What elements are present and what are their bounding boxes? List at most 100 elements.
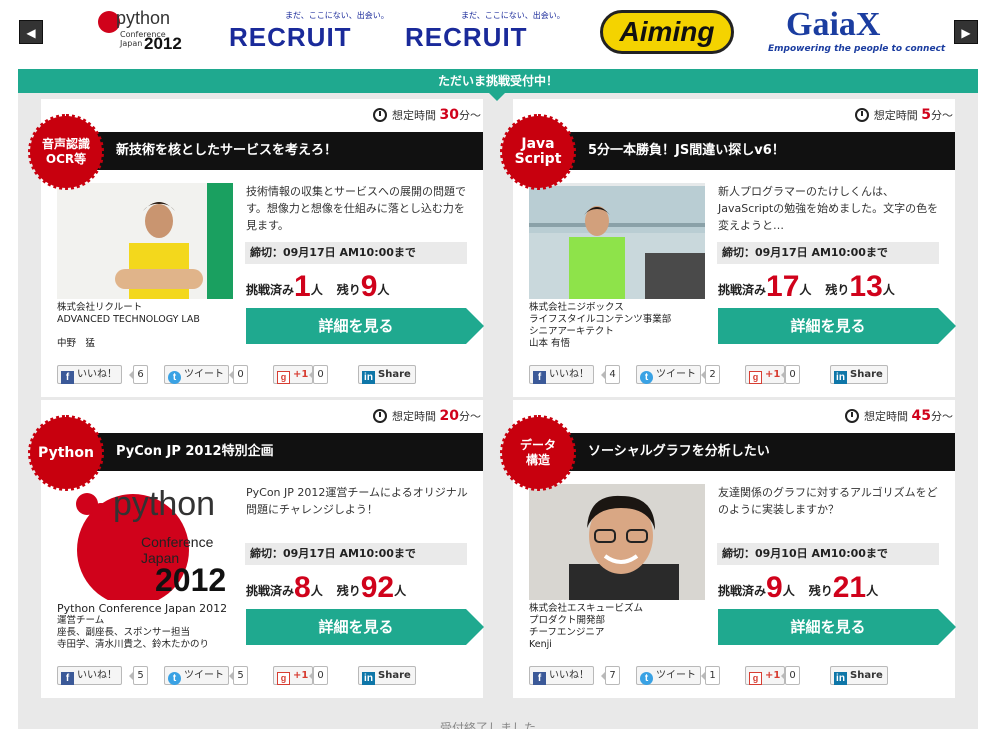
challenge-title[interactable]: PyCon JP 2012特別企画 bbox=[42, 433, 483, 471]
carousel-prev-button[interactable]: ◀ bbox=[19, 20, 43, 44]
google-plus-icon: g bbox=[749, 371, 762, 384]
tweet-label: ツイート bbox=[184, 369, 224, 380]
time-minutes: 5 bbox=[921, 107, 931, 123]
challenged-count: 1 bbox=[294, 270, 311, 303]
carousel-next-button[interactable]: ▶ bbox=[954, 20, 978, 44]
author-photo[interactable] bbox=[529, 484, 705, 600]
challenged-label: 挑戦済み bbox=[246, 584, 295, 598]
person-unit: 人 bbox=[310, 584, 323, 598]
author-name: 中野 猛 bbox=[57, 338, 96, 349]
view-details-button[interactable]: 詳細を見る bbox=[246, 609, 484, 645]
author-name: Kenji bbox=[529, 639, 552, 650]
like-count: 6 bbox=[129, 365, 148, 384]
author-info: 株式会社リクルート ADVANCED TECHNOLOGY LAB 中野 猛 bbox=[57, 302, 237, 350]
time-label: 想定時間 bbox=[864, 410, 909, 423]
view-details-button[interactable]: 詳細を見る bbox=[718, 308, 956, 344]
clock-icon bbox=[845, 409, 860, 423]
tweet-button[interactable]: t ツイート bbox=[164, 365, 229, 384]
author-info: 株式会社ニジボックス ライフスタイルコンテンツ事業部 シニアアーキテクト 山本 … bbox=[529, 302, 709, 350]
pycon-conference-logo-sub1: Conference bbox=[141, 534, 214, 550]
facebook-icon: f bbox=[533, 371, 546, 384]
author-info: 株式会社エスキュービズム プロダクト開発部 チーフエンジニア Kenji bbox=[529, 603, 709, 651]
panel-header-pointer bbox=[489, 93, 505, 101]
badge-line: Python bbox=[38, 444, 94, 461]
like-label: いいね！ bbox=[77, 670, 117, 681]
author-photo[interactable] bbox=[57, 183, 233, 299]
badge-line: OCR等 bbox=[45, 152, 87, 166]
tweet-button[interactable]: t ツイート bbox=[164, 666, 229, 685]
facebook-like-button[interactable]: f いいね！ bbox=[529, 365, 594, 384]
aiming-wordmark: Aiming bbox=[600, 10, 734, 54]
tweet-button[interactable]: t ツイート bbox=[636, 666, 701, 685]
time-unit: 分〜 bbox=[931, 410, 953, 423]
remaining-label: 残り bbox=[825, 283, 850, 297]
like-label: いいね！ bbox=[549, 670, 589, 681]
challenged-label: 挑戦済み bbox=[718, 283, 767, 297]
linkedin-icon: in bbox=[362, 672, 375, 685]
view-details-button[interactable]: 詳細を見る bbox=[718, 609, 956, 645]
google-plus-icon: g bbox=[277, 672, 290, 685]
person-unit: 人 bbox=[782, 584, 795, 598]
recruit-logo-2[interactable]: まだ、ここにない、出会い。 RECRUIT bbox=[405, 8, 579, 58]
recruit-logo[interactable]: まだ、ここにない、出会い。 RECRUIT bbox=[229, 8, 403, 58]
clock-icon bbox=[854, 108, 869, 122]
challenge-counts: 挑戦済み1人 残り9人 bbox=[246, 270, 389, 304]
facebook-like-button[interactable]: f いいね！ bbox=[529, 666, 594, 685]
linkedin-icon: in bbox=[362, 371, 375, 384]
google-plus-one-button[interactable]: g +1 bbox=[273, 666, 314, 685]
challenge-title[interactable]: 新技術を核としたサービスを考えろ！ bbox=[42, 132, 483, 170]
like-label: いいね！ bbox=[77, 369, 117, 380]
linkedin-share-button[interactable]: in Share bbox=[358, 365, 416, 384]
google-plus-one-button[interactable]: g +1 bbox=[745, 666, 786, 685]
linkedin-share-button[interactable]: in Share bbox=[358, 666, 416, 685]
gaiax-logo[interactable]: GaiaX Empowering the people to connect bbox=[766, 6, 945, 58]
social-buttons: f いいね！ 4 t ツイート 2 g +1 0 in Share bbox=[529, 365, 939, 385]
author-role: 座長、副座長、スポンサー担当 bbox=[57, 627, 191, 638]
plus-one-label: +1 bbox=[293, 670, 309, 681]
author-name: 寺田学、清水川貴之、鈴木たかのり bbox=[57, 639, 210, 650]
facebook-like-button[interactable]: f いいね！ bbox=[57, 365, 122, 384]
linkedin-share-button[interactable]: in Share bbox=[830, 666, 888, 685]
tweet-count: 2 bbox=[701, 365, 720, 384]
google-plus-one-button[interactable]: g +1 bbox=[273, 365, 314, 384]
person-unit: 人 bbox=[882, 283, 895, 297]
remaining-label: 残り bbox=[808, 584, 833, 598]
google-plus-icon: g bbox=[277, 371, 290, 384]
tweet-button[interactable]: t ツイート bbox=[636, 365, 701, 384]
challenge-title[interactable]: 5分一本勝負！JS間違い探しv6！ bbox=[514, 132, 955, 170]
challenged-count: 8 bbox=[294, 571, 311, 604]
google-plus-icon: g bbox=[749, 672, 762, 685]
author-department: ライフスタイルコンテンツ事業部 bbox=[529, 314, 672, 325]
remaining-count: 13 bbox=[849, 270, 883, 303]
pycon-logo[interactable]: python Conference Japan 2012 bbox=[98, 8, 184, 58]
google-plus-one-button[interactable]: g +1 bbox=[745, 365, 786, 384]
challenge-title[interactable]: ソーシャルグラフを分析したい bbox=[514, 433, 955, 471]
remaining-count: 92 bbox=[360, 571, 395, 604]
facebook-like-button[interactable]: f いいね！ bbox=[57, 666, 122, 685]
closed-section-heading: 受付終了しました bbox=[440, 722, 537, 729]
like-label: いいね！ bbox=[549, 369, 589, 380]
pycon-conference-logo-word: python bbox=[113, 485, 216, 523]
author-photo[interactable] bbox=[529, 183, 705, 299]
aiming-logo[interactable]: Aiming bbox=[598, 8, 738, 58]
plus-one-label: +1 bbox=[293, 369, 309, 380]
challenge-card: 想定時間 45分〜 データ 構造 ソーシャルグラフを分析したい 株式会社エスキュ… bbox=[500, 400, 956, 698]
tweet-label: ツイート bbox=[656, 369, 696, 380]
author-role: シニアアーキテクト bbox=[529, 326, 614, 337]
gaiax-wordmark: GaiaX bbox=[786, 6, 881, 43]
time-minutes: 20 bbox=[439, 408, 459, 424]
twitter-bird-icon: t bbox=[168, 371, 181, 384]
linkedin-share-button[interactable]: in Share bbox=[830, 365, 888, 384]
remaining-count: 9 bbox=[360, 270, 378, 303]
pycon-conference-logo[interactable]: python Conference Japan 2012 bbox=[57, 484, 233, 600]
social-buttons: f いいね！ 6 t ツイート 0 g +1 0 in Share bbox=[57, 365, 467, 385]
view-details-button[interactable]: 詳細を見る bbox=[246, 308, 484, 344]
tweet-label: ツイート bbox=[656, 670, 696, 681]
recruit-wordmark: RECRUIT bbox=[229, 22, 352, 52]
person-unit: 人 bbox=[799, 283, 812, 297]
challenge-card: 想定時間 20分〜 Python PyCon JP 2012特別企画 pytho… bbox=[28, 400, 484, 698]
remaining-label: 残り bbox=[336, 584, 361, 598]
plus-one-label: +1 bbox=[765, 670, 781, 681]
challenge-card: 想定時間 30分〜 音声認識 OCR等 新技術を核としたサービスを考えろ！ 株式… bbox=[28, 99, 484, 397]
deadline: 締切：09月10日 AM10:00まで bbox=[717, 543, 939, 565]
